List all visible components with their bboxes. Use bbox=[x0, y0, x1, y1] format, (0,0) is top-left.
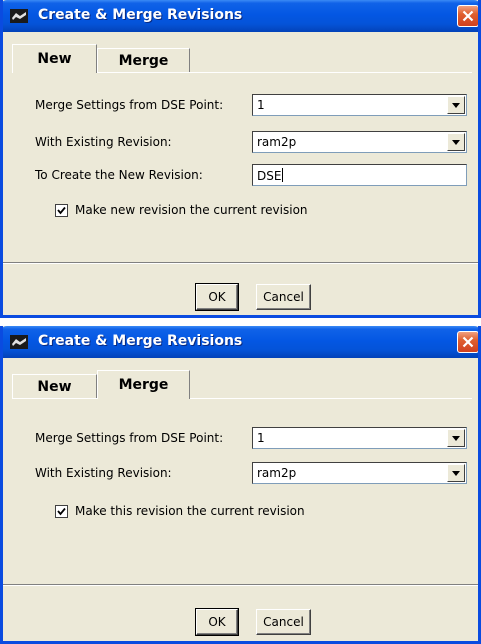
tab-divider bbox=[12, 398, 97, 399]
current-revision-checkbox[interactable] bbox=[55, 204, 68, 217]
close-icon bbox=[462, 336, 474, 348]
ok-label: OK bbox=[208, 290, 226, 304]
checkmark-icon bbox=[57, 206, 66, 215]
title-bar[interactable]: Create & Merge Revisions bbox=[3, 0, 478, 32]
dialog-merge-tab: Create & Merge Revisions New Merge Merge… bbox=[0, 326, 481, 644]
close-icon bbox=[462, 10, 474, 22]
current-revision-checkbox[interactable] bbox=[55, 505, 68, 518]
cancel-button[interactable]: Cancel bbox=[256, 609, 311, 635]
tab-strip: New Merge bbox=[12, 370, 472, 399]
title-bar[interactable]: Create & Merge Revisions bbox=[3, 326, 478, 358]
current-revision-checkbox-row[interactable]: Make new revision the current revision bbox=[55, 203, 455, 219]
ok-button[interactable]: OK bbox=[195, 283, 239, 311]
tab-new[interactable]: New bbox=[12, 374, 97, 398]
dse-point-label: Merge Settings from DSE Point: bbox=[35, 431, 224, 445]
cancel-label: Cancel bbox=[263, 290, 304, 304]
cancel-button[interactable]: Cancel bbox=[256, 284, 311, 310]
existing-revision-label: With Existing Revision: bbox=[35, 135, 172, 149]
existing-revision-value: ram2p bbox=[257, 135, 297, 149]
dse-point-label: Merge Settings from DSE Point: bbox=[35, 98, 224, 112]
existing-revision-label: With Existing Revision: bbox=[35, 466, 172, 480]
current-revision-checkbox-row[interactable]: Make this revision the current revision bbox=[55, 504, 455, 520]
dse-point-value: 1 bbox=[257, 431, 265, 445]
tab-new[interactable]: New bbox=[12, 44, 97, 73]
ok-label: OK bbox=[208, 615, 226, 629]
existing-revision-value: ram2p bbox=[257, 466, 297, 480]
chevron-down-icon bbox=[452, 102, 460, 108]
divider bbox=[3, 263, 478, 264]
app-icon bbox=[10, 9, 28, 23]
text-caret bbox=[282, 168, 284, 182]
window-title: Create & Merge Revisions bbox=[38, 333, 243, 349]
checkmark-icon bbox=[57, 507, 66, 516]
tab-merge-label: Merge bbox=[118, 377, 169, 393]
new-revision-label: To Create the New Revision: bbox=[35, 168, 203, 182]
current-revision-checkbox-label: Make new revision the current revision bbox=[75, 203, 308, 217]
close-button[interactable] bbox=[457, 5, 478, 27]
cancel-label: Cancel bbox=[263, 615, 304, 629]
dse-point-row: Merge Settings from DSE Point: 1 bbox=[35, 94, 475, 116]
chevron-down-icon bbox=[452, 435, 460, 441]
tab-divider bbox=[190, 398, 472, 399]
new-revision-value: DSE bbox=[257, 169, 282, 183]
tab-merge[interactable]: Merge bbox=[97, 48, 190, 72]
tab-merge[interactable]: Merge bbox=[97, 370, 190, 399]
dse-point-dropdown[interactable]: 1 bbox=[252, 94, 467, 116]
dropdown-button[interactable] bbox=[447, 464, 465, 482]
tab-new-label: New bbox=[37, 51, 72, 67]
dialog-new-tab: Create & Merge Revisions New Merge Merge… bbox=[0, 0, 481, 318]
tab-new-label: New bbox=[37, 378, 72, 395]
app-icon bbox=[10, 335, 28, 349]
dse-point-dropdown[interactable]: 1 bbox=[252, 427, 467, 449]
divider bbox=[3, 585, 478, 586]
existing-revision-row: With Existing Revision: ram2p bbox=[35, 131, 475, 153]
existing-revision-dropdown[interactable]: ram2p bbox=[252, 131, 467, 153]
dse-point-row: Merge Settings from DSE Point: 1 bbox=[35, 427, 475, 449]
existing-revision-row: With Existing Revision: ram2p bbox=[35, 462, 475, 484]
chevron-down-icon bbox=[452, 470, 460, 476]
window-title: Create & Merge Revisions bbox=[38, 7, 243, 23]
tab-divider bbox=[97, 72, 472, 73]
dropdown-button[interactable] bbox=[447, 133, 465, 151]
ok-button[interactable]: OK bbox=[195, 608, 239, 636]
current-revision-checkbox-label: Make this revision the current revision bbox=[75, 504, 305, 518]
dropdown-button[interactable] bbox=[447, 96, 465, 114]
dse-point-value: 1 bbox=[257, 98, 265, 112]
new-revision-row: To Create the New Revision: DSE bbox=[35, 164, 475, 186]
new-revision-input[interactable]: DSE bbox=[252, 164, 467, 186]
dropdown-button[interactable] bbox=[447, 429, 465, 447]
chevron-down-icon bbox=[452, 139, 460, 145]
existing-revision-dropdown[interactable]: ram2p bbox=[252, 462, 467, 484]
tab-merge-label: Merge bbox=[118, 52, 169, 69]
tab-strip: New Merge bbox=[12, 44, 472, 73]
close-button[interactable] bbox=[457, 331, 478, 353]
